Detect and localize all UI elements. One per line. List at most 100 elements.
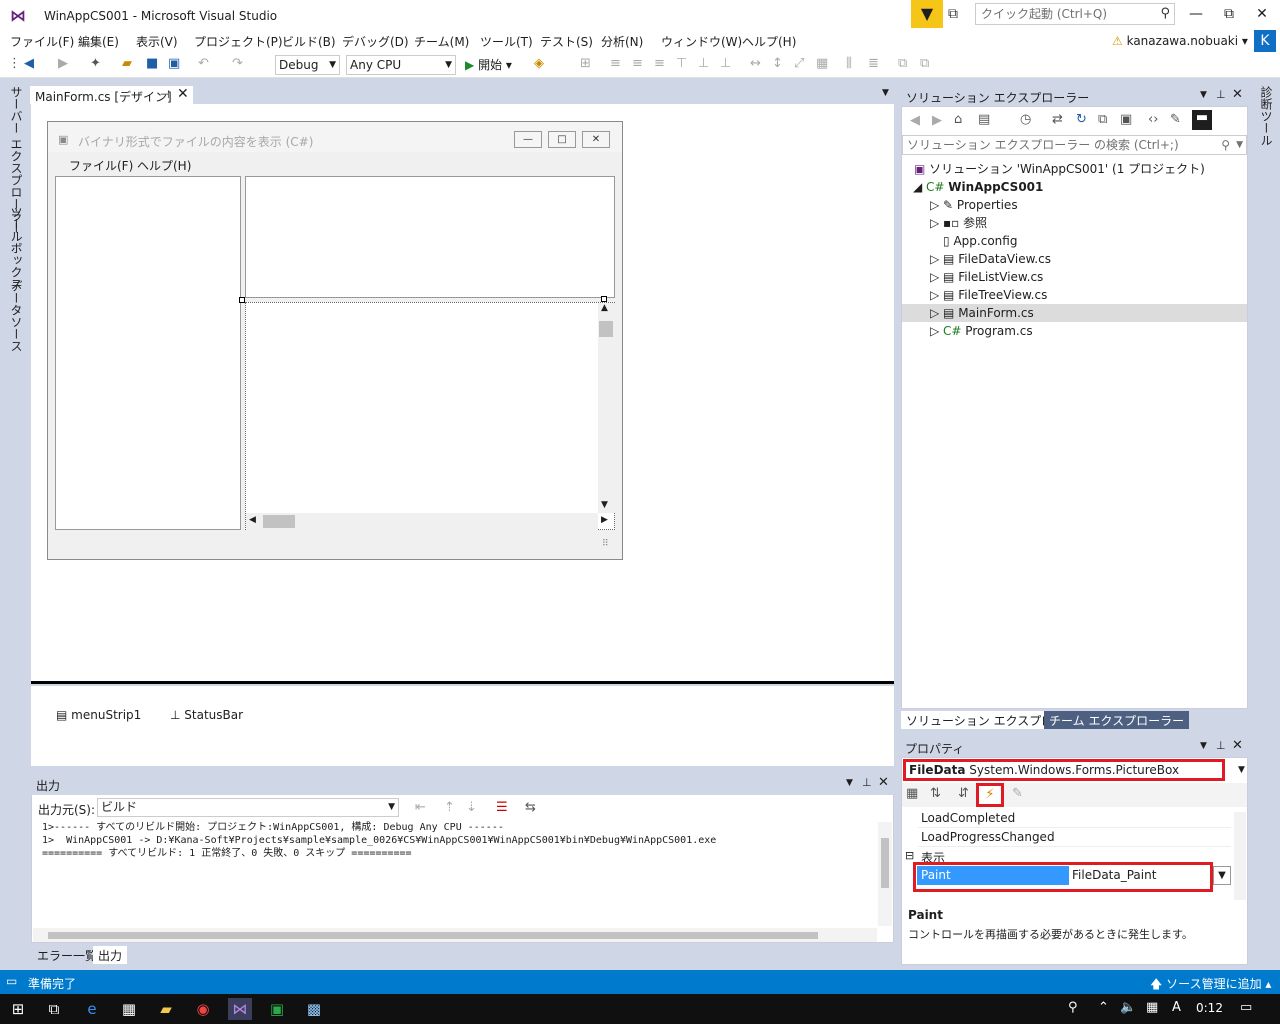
- forward-icon[interactable]: ▶: [932, 113, 942, 128]
- pin-icon[interactable]: ⊥: [862, 776, 872, 789]
- notification-filter-button[interactable]: ▼: [911, 0, 943, 28]
- back-icon[interactable]: ◀: [24, 56, 34, 71]
- menu-project[interactable]: プロジェクト(P): [194, 33, 283, 50]
- tab-diagnostic-tools[interactable]: 診断ツール: [1258, 86, 1275, 146]
- bring-to-front-icon[interactable]: ⧉: [898, 56, 907, 71]
- user-account[interactable]: ⚠ kanazawa.nobuaki ▾: [1112, 34, 1248, 48]
- align-middle-icon[interactable]: ⊥: [698, 56, 709, 71]
- smart-tag-icon[interactable]: [601, 296, 607, 302]
- make-same-height-icon[interactable]: ↕: [772, 56, 783, 71]
- chevron-down-icon[interactable]: ▼: [1200, 90, 1207, 100]
- align-right-icon[interactable]: ≡: [654, 56, 665, 71]
- redo-icon[interactable]: ↷: [232, 56, 243, 71]
- tree-item-filelistview[interactable]: ▷ ▤ FileListView.cs: [930, 268, 1043, 286]
- app-taskbar-icon[interactable]: ▩: [302, 998, 326, 1020]
- vertical-spacing-icon[interactable]: ≣: [868, 56, 879, 71]
- back-icon[interactable]: ◀: [910, 113, 920, 128]
- forward-icon[interactable]: ▶: [58, 56, 68, 71]
- add-to-source-control-button[interactable]: 🡅 ソース管理に追加 ▴: [1150, 975, 1271, 996]
- home-icon[interactable]: ⌂: [954, 112, 962, 127]
- browser-link-icon[interactable]: ◈: [534, 56, 544, 71]
- property-pages-wrench-icon[interactable]: ✎: [1012, 786, 1023, 801]
- save-icon[interactable]: ■: [146, 56, 158, 71]
- close-icon[interactable]: ✕: [1232, 738, 1243, 753]
- pin-icon[interactable]: ⊣: [160, 88, 170, 101]
- tree-item-solution[interactable]: ▣ ソリューション 'WinAppCS001' (1 プロジェクト): [914, 160, 1205, 178]
- scroll-thumb[interactable]: [881, 838, 889, 888]
- visual-studio-taskbar-icon[interactable]: ⋈: [228, 998, 252, 1020]
- scroll-thumb[interactable]: [599, 321, 613, 337]
- chrome-browser-icon[interactable]: ◉: [191, 998, 215, 1020]
- minimize-button[interactable]: —: [1180, 0, 1212, 28]
- chevron-down-icon[interactable]: ▼: [1200, 741, 1207, 751]
- menu-edit[interactable]: 編集(E): [78, 33, 119, 50]
- chevron-left-icon[interactable]: ◀: [249, 515, 256, 525]
- clear-all-icon[interactable]: ☰: [496, 800, 508, 815]
- align-bottom-icon[interactable]: ⊥: [720, 56, 731, 71]
- scroll-thumb[interactable]: [263, 515, 295, 528]
- windows-start-icon[interactable]: ⊞: [6, 998, 30, 1020]
- menu-window[interactable]: ウィンドウ(W): [661, 33, 742, 50]
- properties-wrench-icon[interactable]: ✎: [1170, 112, 1181, 127]
- paint-event-handler-input[interactable]: FileData_Paint: [1072, 866, 1156, 885]
- horizontal-scrollbar[interactable]: [246, 513, 598, 530]
- object-selector[interactable]: FileData System.Windows.Forms.PictureBox: [903, 759, 1225, 781]
- feedback-icon[interactable]: ⧉: [948, 6, 958, 22]
- chevron-up-icon[interactable]: ▲: [601, 303, 608, 313]
- collapse-category-icon[interactable]: ⊟: [905, 849, 914, 862]
- menu-view[interactable]: 表示(V): [136, 33, 178, 50]
- clock[interactable]: 0:12: [1196, 1001, 1223, 1015]
- network-icon[interactable]: ▦: [1146, 1000, 1158, 1015]
- avatar[interactable]: K: [1254, 30, 1276, 52]
- notification-center-icon[interactable]: ▭: [1240, 1000, 1252, 1015]
- tab-error-list[interactable]: エラー一覧: [32, 946, 102, 964]
- menustrip-component[interactable]: ▤ menuStrip1: [56, 708, 141, 722]
- output-source-select[interactable]: ビルド ▼: [97, 798, 399, 817]
- close-icon[interactable]: ✕: [1232, 87, 1243, 102]
- quick-launch-input[interactable]: クイック起動 (Ctrl+Q) ⚲: [975, 3, 1175, 25]
- file-explorer-icon[interactable]: ▰: [154, 998, 178, 1020]
- make-same-size-icon[interactable]: ⤢: [794, 56, 804, 71]
- property-row[interactable]: LoadCompleted: [918, 809, 1231, 828]
- find-message-icon[interactable]: ⇤: [415, 800, 426, 815]
- chevron-down-icon[interactable]: ▼: [1213, 866, 1231, 885]
- chevron-down-icon[interactable]: ▼: [846, 778, 853, 788]
- menu-analyze[interactable]: 分析(N): [601, 33, 643, 50]
- pending-changes-icon[interactable]: ◷: [1020, 112, 1031, 127]
- switch-views-icon[interactable]: ▤: [978, 112, 990, 127]
- start-debug-button[interactable]: ▶ 開始 ▾: [465, 56, 512, 73]
- app-taskbar-icon[interactable]: ▣: [265, 998, 289, 1020]
- prev-message-icon[interactable]: ⇡: [444, 800, 455, 815]
- form-status-strip[interactable]: [48, 532, 622, 552]
- view-code-icon[interactable]: ‹›: [1148, 112, 1158, 127]
- tab-team-explorer[interactable]: チーム エクスプローラー: [1044, 711, 1190, 729]
- preview-selected-icon[interactable]: ▬: [1192, 110, 1212, 130]
- scroll-thumb[interactable]: [48, 932, 818, 939]
- tree-item-properties[interactable]: ▷ ✎ Properties: [930, 196, 1018, 214]
- platform-select[interactable]: Any CPU ▼: [346, 55, 456, 75]
- close-button[interactable]: ✕: [1246, 0, 1278, 28]
- ime-indicator[interactable]: A: [1172, 1000, 1181, 1015]
- close-icon[interactable]: ✕: [177, 86, 189, 102]
- calculator-icon[interactable]: ▦: [117, 998, 141, 1020]
- menu-team[interactable]: チーム(M): [414, 33, 469, 50]
- chevron-right-icon[interactable]: ▶: [601, 515, 608, 525]
- selection-handle[interactable]: [239, 297, 245, 303]
- menu-build[interactable]: ビルド(B): [282, 33, 336, 50]
- word-wrap-icon[interactable]: ⇆: [525, 800, 536, 815]
- align-left-icon[interactable]: ≡: [610, 56, 621, 71]
- collapse-all-icon[interactable]: ⧉: [1098, 112, 1107, 127]
- pin-icon[interactable]: ⊥: [1216, 739, 1226, 752]
- file-list-view[interactable]: [245, 176, 615, 298]
- paint-event-name[interactable]: Paint: [917, 866, 1069, 885]
- sync-icon[interactable]: ⇄: [1052, 112, 1063, 127]
- chevron-down-icon[interactable]: ▼: [882, 88, 889, 98]
- people-icon[interactable]: ⚲: [1068, 1000, 1078, 1015]
- tree-item-program[interactable]: ▷ C# Program.cs: [930, 322, 1033, 340]
- events-lightning-icon[interactable]: ⚡: [976, 783, 1004, 807]
- file-data-picturebox[interactable]: [245, 302, 615, 530]
- align-center-icon[interactable]: ≡: [632, 56, 643, 71]
- tree-item-references[interactable]: ▷ ▪▫ 参照: [930, 214, 987, 232]
- properties-view-icon[interactable]: ⇵: [958, 786, 969, 801]
- undo-icon[interactable]: ↶: [198, 56, 209, 71]
